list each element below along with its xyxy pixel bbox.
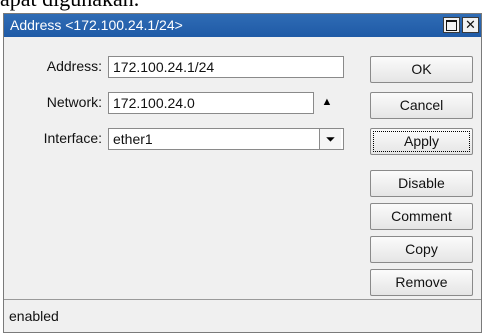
network-collapse-arrow-icon[interactable]: ▲ <box>317 92 337 112</box>
interface-value: ether1 <box>113 131 153 147</box>
cancel-button[interactable]: Cancel <box>370 92 473 119</box>
titlebar[interactable]: Address <172.100.24.1/24> ✕ <box>4 14 481 37</box>
disable-button[interactable]: Disable <box>370 170 473 197</box>
maximize-icon[interactable] <box>443 17 460 33</box>
address-label: Address: <box>46 58 102 74</box>
address-dialog: Address <172.100.24.1/24> ✕ Address: 172… <box>3 13 482 333</box>
interface-label: Interface: <box>43 130 102 146</box>
window-title: Address <172.100.24.1/24> <box>10 17 183 33</box>
remove-button[interactable]: Remove <box>370 269 473 296</box>
network-label: Network: <box>46 94 102 110</box>
address-input[interactable]: 172.100.24.1/24 <box>108 56 344 78</box>
dropdown-arrow-icon[interactable]: ⏷ <box>319 129 341 149</box>
ok-button[interactable]: OK <box>370 56 473 83</box>
comment-button[interactable]: Comment <box>370 203 473 230</box>
close-icon[interactable]: ✕ <box>462 17 479 33</box>
copy-button[interactable]: Copy <box>370 236 473 263</box>
apply-button[interactable]: Apply <box>370 128 473 155</box>
status-text: enabled <box>9 308 59 324</box>
status-bar: enabled <box>4 299 481 332</box>
interface-select[interactable]: ether1 <box>108 128 344 150</box>
network-input[interactable]: 172.100.24.0 <box>108 92 314 114</box>
background-caption: apat digunakan. <box>0 0 139 12</box>
